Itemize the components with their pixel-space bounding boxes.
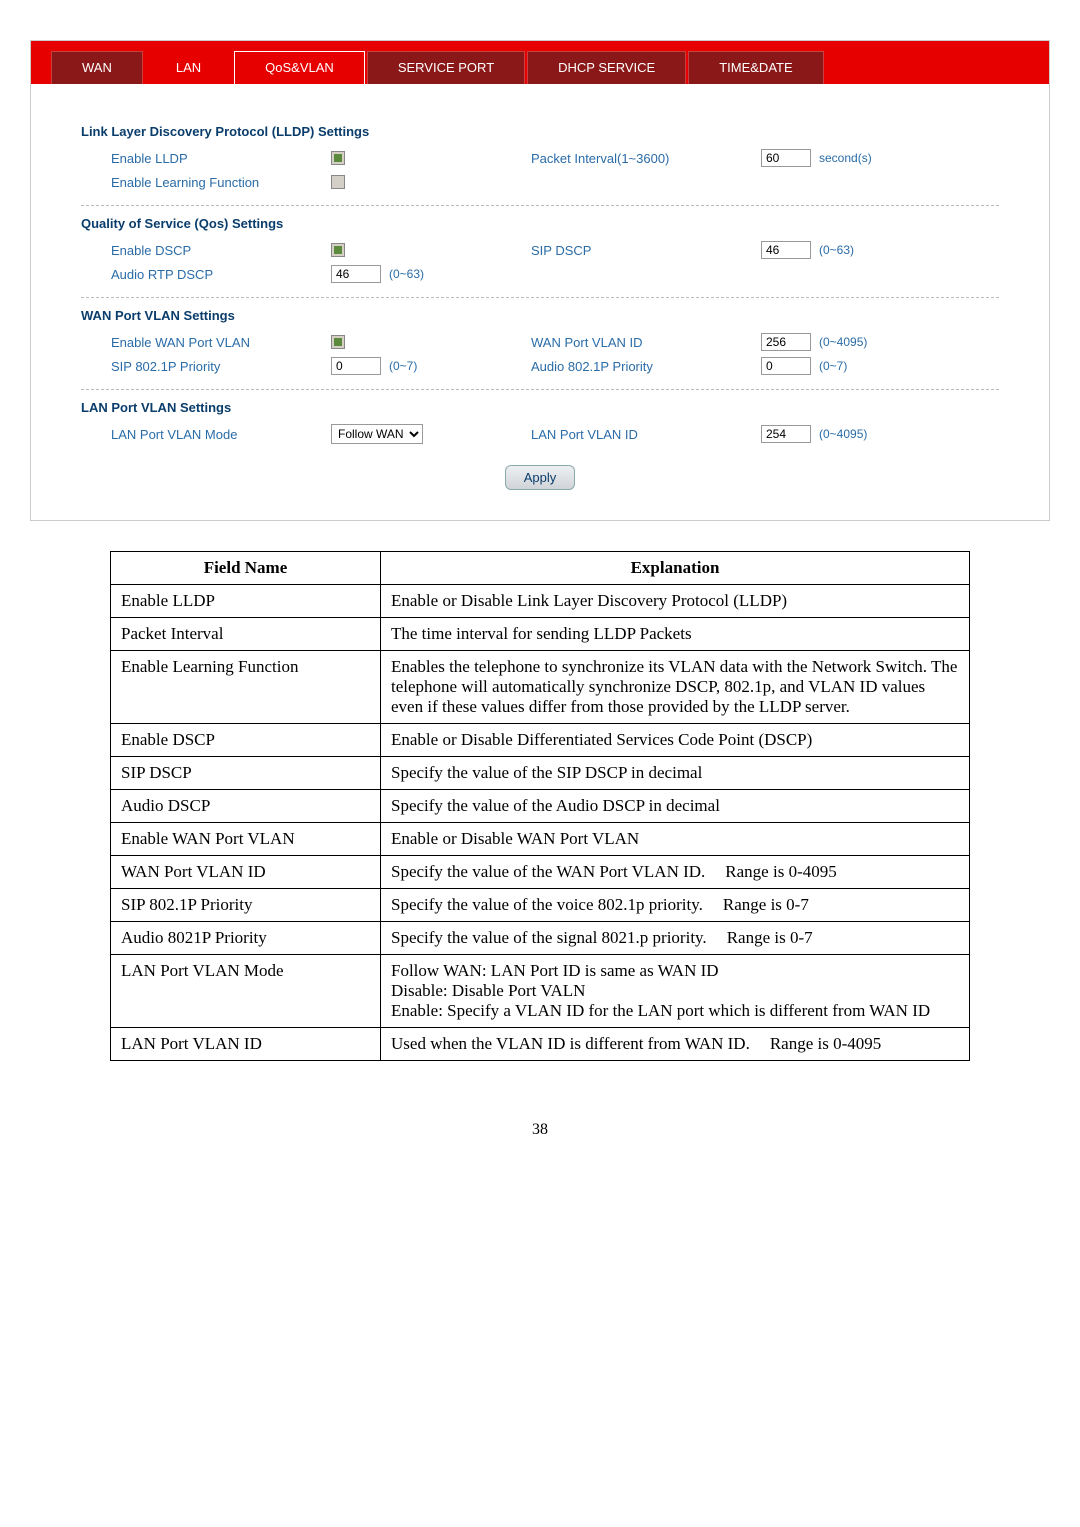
input-sip-8021p[interactable] <box>331 357 381 375</box>
td-explanation: The time interval for sending LLDP Packe… <box>381 618 970 651</box>
tab-serviceport[interactable]: SERVICE PORT <box>367 51 525 84</box>
label-enable-wan-vlan: Enable WAN Port VLAN <box>111 335 331 350</box>
label-audio-8021p: Audio 802.1P Priority <box>531 359 761 374</box>
label-packet-interval: Packet Interval(1~3600) <box>531 151 761 166</box>
label-lan-port-vlanid: LAN Port VLAN ID <box>531 427 761 442</box>
th-explanation: Explanation <box>381 552 970 585</box>
td-field: LAN Port VLAN Mode <box>111 955 381 1028</box>
panel-body: Link Layer Discovery Protocol (LLDP) Set… <box>31 84 1049 520</box>
td-explanation: Enables the telephone to synchronize its… <box>381 651 970 724</box>
td-field: LAN Port VLAN ID <box>111 1028 381 1061</box>
td-field: SIP DSCP <box>111 757 381 790</box>
td-field: Audio DSCP <box>111 790 381 823</box>
tab-timedate[interactable]: TIME&DATE <box>688 51 823 84</box>
label-audio-rtp-dscp: Audio RTP DSCP <box>111 267 331 282</box>
td-explanation: Enable or Disable Differentiated Service… <box>381 724 970 757</box>
label-enable-lldp: Enable LLDP <box>111 151 331 166</box>
td-explanation: Follow WAN: LAN Port ID is same as WAN I… <box>381 955 970 1028</box>
tab-wan[interactable]: WAN <box>51 51 143 84</box>
range-wan-vlanid: (0~4095) <box>819 335 867 349</box>
label-enable-learning: Enable Learning Function <box>111 175 331 190</box>
label-sip-dscp: SIP DSCP <box>531 243 761 258</box>
checkbox-enable-dscp[interactable] <box>331 243 345 257</box>
table-row: Enable DSCPEnable or Disable Differentia… <box>111 724 970 757</box>
td-field: Enable WAN Port VLAN <box>111 823 381 856</box>
table-row: LAN Port VLAN ModeFollow WAN: LAN Port I… <box>111 955 970 1028</box>
apply-button[interactable]: Apply <box>505 465 576 490</box>
td-explanation: Specify the value of the signal 8021.p p… <box>381 922 970 955</box>
td-field: WAN Port VLAN ID <box>111 856 381 889</box>
td-field: SIP 802.1P Priority <box>111 889 381 922</box>
td-explanation: Specify the value of the Audio DSCP in d… <box>381 790 970 823</box>
section-lanvlan-title: LAN Port VLAN Settings <box>81 400 999 415</box>
table-row: Packet IntervalThe time interval for sen… <box>111 618 970 651</box>
td-field: Enable DSCP <box>111 724 381 757</box>
tab-qosvlan[interactable]: QoS&VLAN <box>234 51 365 84</box>
td-field: Enable Learning Function <box>111 651 381 724</box>
th-field-name: Field Name <box>111 552 381 585</box>
range-audio-8021p: (0~7) <box>819 359 847 373</box>
checkbox-enable-learning[interactable] <box>331 175 345 189</box>
divider <box>81 389 999 390</box>
checkbox-enable-lldp[interactable] <box>331 151 345 165</box>
input-audio-8021p[interactable] <box>761 357 811 375</box>
page-number: 38 <box>30 1121 1050 1139</box>
input-packet-interval[interactable] <box>761 149 811 167</box>
table-row: WAN Port VLAN IDSpecify the value of the… <box>111 856 970 889</box>
label-enable-dscp: Enable DSCP <box>111 243 331 258</box>
tab-dhcpservice[interactable]: DHCP SERVICE <box>527 51 686 84</box>
label-lan-vlan-mode: LAN Port VLAN Mode <box>111 427 331 442</box>
section-qos-title: Quality of Service (Qos) Settings <box>81 216 999 231</box>
range-lan-vlanid: (0~4095) <box>819 427 867 441</box>
network-config-panel: WAN LAN QoS&VLAN SERVICE PORT DHCP SERVI… <box>30 40 1050 521</box>
checkbox-enable-wan-vlan[interactable] <box>331 335 345 349</box>
table-row: Enable Learning FunctionEnables the tele… <box>111 651 970 724</box>
input-wan-port-vlanid[interactable] <box>761 333 811 351</box>
label-wan-port-vlanid: WAN Port VLAN ID <box>531 335 761 350</box>
tab-lan[interactable]: LAN <box>145 51 232 84</box>
range-sip-dscp: (0~63) <box>819 243 854 257</box>
td-field: Audio 8021P Priority <box>111 922 381 955</box>
table-row: SIP DSCPSpecify the value of the SIP DSC… <box>111 757 970 790</box>
input-sip-dscp[interactable] <box>761 241 811 259</box>
td-explanation: Enable or Disable WAN Port VLAN <box>381 823 970 856</box>
table-row: Audio 8021P PrioritySpecify the value of… <box>111 922 970 955</box>
divider <box>81 297 999 298</box>
table-row: Enable LLDPEnable or Disable Link Layer … <box>111 585 970 618</box>
table-row: Audio DSCPSpecify the value of the Audio… <box>111 790 970 823</box>
input-lan-port-vlanid[interactable] <box>761 425 811 443</box>
section-lldp-title: Link Layer Discovery Protocol (LLDP) Set… <box>81 124 999 139</box>
td-explanation: Specify the value of the WAN Port VLAN I… <box>381 856 970 889</box>
td-explanation: Used when the VLAN ID is different from … <box>381 1028 970 1061</box>
table-row: SIP 802.1P PrioritySpecify the value of … <box>111 889 970 922</box>
td-field: Enable LLDP <box>111 585 381 618</box>
table-row: LAN Port VLAN IDUsed when the VLAN ID is… <box>111 1028 970 1061</box>
range-sip-8021p: (0~7) <box>389 359 417 373</box>
td-explanation: Specify the value of the SIP DSCP in dec… <box>381 757 970 790</box>
tab-bar: WAN LAN QoS&VLAN SERVICE PORT DHCP SERVI… <box>31 41 1049 84</box>
select-lan-vlan-mode[interactable]: Follow WAN <box>331 424 423 444</box>
input-audio-rtp-dscp[interactable] <box>331 265 381 283</box>
divider <box>81 205 999 206</box>
td-explanation: Specify the value of the voice 802.1p pr… <box>381 889 970 922</box>
explanation-table: Field Name Explanation Enable LLDPEnable… <box>110 551 970 1061</box>
td-explanation: Enable or Disable Link Layer Discovery P… <box>381 585 970 618</box>
table-row: Enable WAN Port VLANEnable or Disable WA… <box>111 823 970 856</box>
label-sip-8021p: SIP 802.1P Priority <box>111 359 331 374</box>
unit-packet-interval: second(s) <box>819 151 872 165</box>
td-field: Packet Interval <box>111 618 381 651</box>
section-wanvlan-title: WAN Port VLAN Settings <box>81 308 999 323</box>
range-audio-rtp-dscp: (0~63) <box>389 267 424 281</box>
